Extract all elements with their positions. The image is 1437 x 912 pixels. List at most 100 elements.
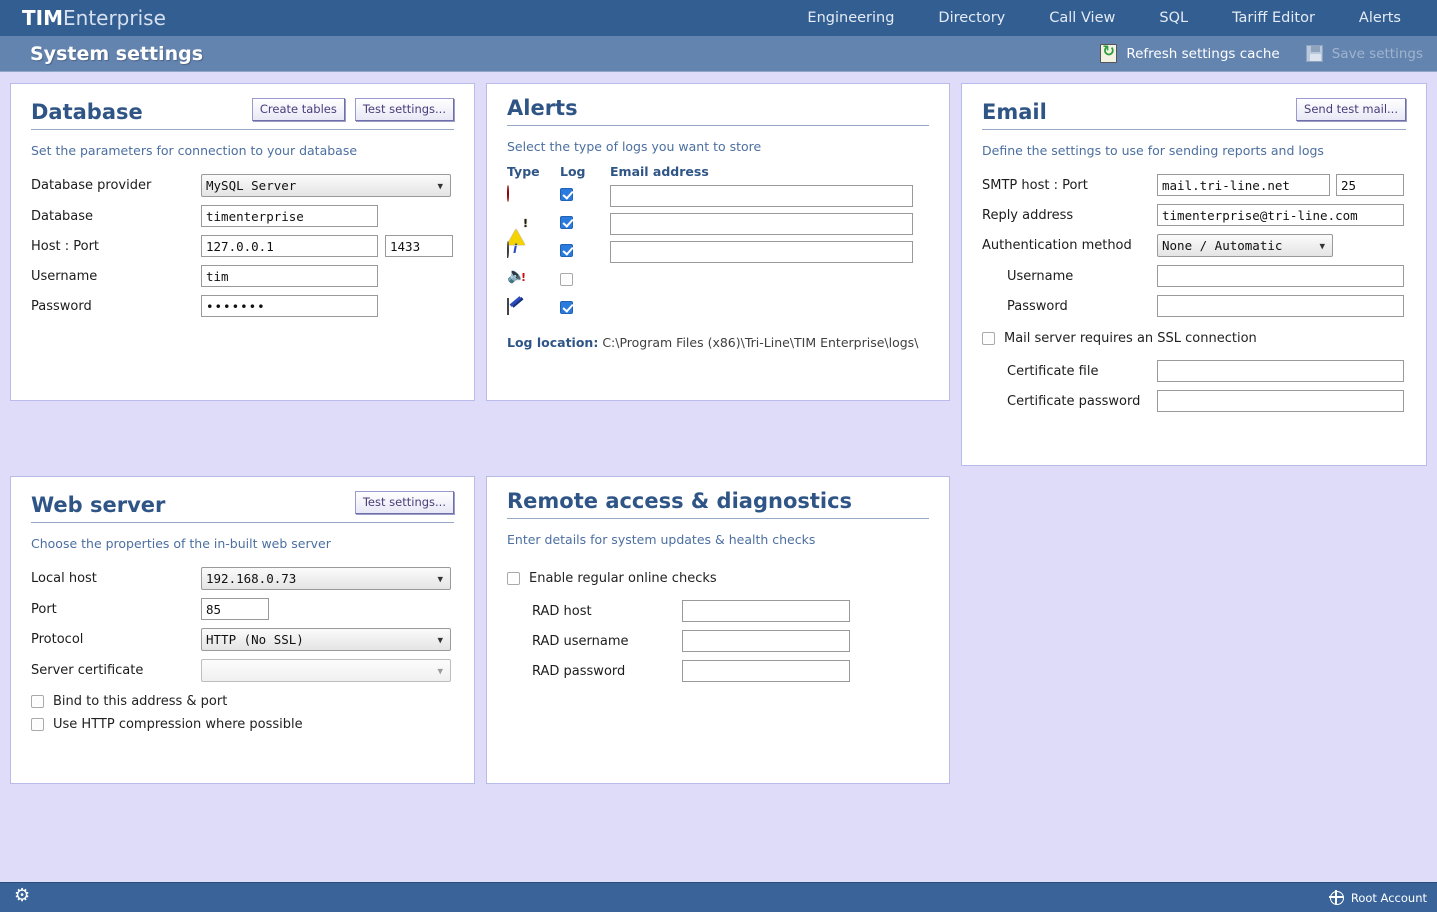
email-username-input[interactable] [1157,265,1404,287]
alerts-log-checkbox-warning[interactable] [560,216,573,229]
email-auth-row: Authentication method None / Automatic ▾ [982,234,1406,257]
database-name-input[interactable] [201,205,378,227]
rad-host-row: RAD host [507,600,929,622]
nav-item-tariff-editor[interactable]: Tariff Editor [1210,4,1337,32]
rad-password-input[interactable] [682,660,850,682]
rad-password-label: RAD password [507,664,682,679]
web-server-test-settings-button[interactable]: Test settings... [355,491,454,514]
rad-enable-row: Enable regular online checks [507,571,929,586]
gear-icon[interactable] [14,890,30,906]
email-cert-file-label: Certificate file [982,364,1157,379]
web-server-panel: Web server Test settings... Choose the p… [10,476,475,784]
alerts-hint: Select the type of logs you want to stor… [507,139,929,154]
database-password-row: Password [31,295,454,317]
database-hint: Set the parameters for connection to you… [31,143,454,158]
email-reply-address-input[interactable] [1157,204,1404,226]
logo-light-text: Enterprise [63,6,166,30]
database-test-settings-button[interactable]: Test settings... [355,98,454,121]
database-panel-buttons: Create tables Test settings... [252,98,454,123]
alert-email-cell [610,241,929,263]
email-cert-file-row: Certificate file [982,360,1406,382]
email-panel-buttons: Send test mail... [1296,98,1406,123]
email-ssl-label: Mail server requires an SSL connection [1004,331,1257,346]
database-provider-select[interactable]: MySQL Server [201,174,451,197]
alerts-log-checkbox-write[interactable] [560,301,573,314]
email-cert-password-row: Certificate password [982,390,1406,412]
alerts-row-info [507,241,929,263]
alerts-email-input-warning[interactable] [610,213,913,235]
web-bind-row: Bind to this address & port [31,694,454,709]
alert-log-cell [560,301,610,318]
web-bind-label: Bind to this address & port [53,694,227,709]
web-server-certificate-select[interactable] [201,659,451,682]
email-auth-select-wrap: None / Automatic ▾ [1157,234,1333,257]
email-username-row: Username [982,265,1406,287]
alerts-email-input-info[interactable] [610,241,913,263]
database-username-input[interactable] [201,265,378,287]
web-bind-checkbox[interactable] [31,695,44,708]
account-indicator[interactable]: Root Account [1330,891,1427,905]
page-title: System settings [30,43,203,65]
alerts-log-checkbox-info[interactable] [560,244,573,257]
email-auth-method-select[interactable]: None / Automatic [1157,234,1333,257]
email-password-row: Password [982,295,1406,317]
rad-username-input[interactable] [682,630,850,652]
rad-enable-checkbox[interactable] [507,572,520,585]
web-protocol-select[interactable]: HTTP (No SSL) [201,628,451,651]
web-compression-checkbox[interactable] [31,718,44,731]
email-cert-file-input[interactable] [1157,360,1404,382]
alerts-row-error [507,185,929,207]
email-password-input[interactable] [1157,295,1404,317]
remote-access-hint: Enter details for system updates & healt… [507,532,929,547]
nav-item-sql[interactable]: SQL [1137,4,1210,32]
database-password-input[interactable] [201,295,378,317]
alerts-log-checkbox-error[interactable] [560,188,573,201]
web-port-input[interactable] [201,598,269,620]
database-host-port-label: Host : Port [31,239,201,254]
alerts-log-checkbox-sound[interactable] [560,273,573,286]
alerts-row-sound [507,269,929,293]
email-smtp-row: SMTP host : Port [982,174,1406,196]
rad-enable-label: Enable regular online checks [529,571,717,586]
main-nav: Engineering Directory Call View SQL Tari… [785,4,1423,32]
alert-email-cell [610,185,929,207]
send-test-mail-button[interactable]: Send test mail... [1296,98,1406,121]
email-smtp-port-input[interactable] [1336,174,1404,196]
email-cert-password-input[interactable] [1157,390,1404,412]
nav-item-call-view[interactable]: Call View [1027,4,1137,32]
save-settings-button[interactable]: Save settings [1306,45,1423,62]
database-provider-label: Database provider [31,178,201,193]
log-location-row: Log location: C:\Program Files (x86)\Tri… [507,335,929,350]
email-cert-password-label: Certificate password [982,394,1157,409]
refresh-settings-cache-button[interactable]: Refresh settings cache [1100,44,1279,63]
database-host-input[interactable] [201,235,378,257]
alerts-email-input-error[interactable] [610,185,913,207]
web-compression-row: Use HTTP compression where possible [31,717,454,732]
email-smtp-host-input[interactable] [1157,174,1330,196]
alert-log-cell [560,188,610,205]
nav-item-alerts[interactable]: Alerts [1337,4,1423,32]
database-name-row: Database [31,205,454,227]
nav-item-directory[interactable]: Directory [916,4,1027,32]
create-tables-button[interactable]: Create tables [252,98,345,121]
web-port-label: Port [31,602,201,617]
web-server-panel-buttons: Test settings... [355,491,454,516]
status-bar: Root Account [0,882,1437,912]
alert-log-cell [560,244,610,261]
remote-access-panel-header: Remote access & diagnostics [507,491,929,519]
email-reply-label: Reply address [982,208,1157,223]
page-header-bar: System settings Refresh settings cache S… [0,36,1437,72]
email-panel-header: Email Send test mail... [982,98,1406,130]
alerts-panel: Alerts Select the type of logs you want … [486,83,950,401]
database-username-label: Username [31,269,201,284]
log-location-value: C:\Program Files (x86)\Tri-Line\TIM Ente… [602,335,918,350]
rad-host-input[interactable] [682,600,850,622]
web-server-hint: Choose the properties of the in-built we… [31,536,454,551]
database-name-label: Database [31,209,201,224]
database-port-input[interactable] [385,235,453,257]
alert-type-cell [507,214,560,234]
nav-item-engineering[interactable]: Engineering [785,4,916,32]
email-ssl-checkbox[interactable] [982,332,995,345]
rad-password-row: RAD password [507,660,929,682]
web-local-host-select[interactable]: 192.168.0.73 [201,567,451,590]
